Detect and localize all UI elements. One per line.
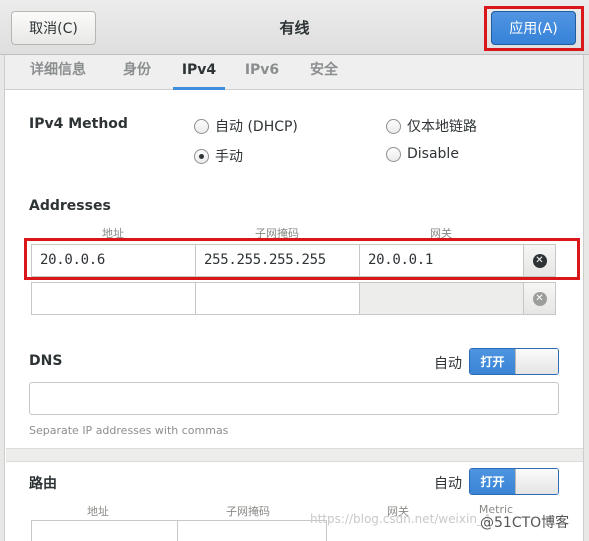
radio-link-local[interactable]: 仅本地链路 — [386, 116, 477, 136]
route-netmask-input[interactable] — [177, 520, 327, 541]
watermark-brand: @51CTO博客 — [480, 515, 570, 531]
right-frame — [583, 55, 589, 541]
routes-title: 路由 — [29, 476, 57, 492]
apply-button[interactable]: 应用(A) — [491, 11, 576, 45]
switch-on-label: 打开 — [470, 349, 515, 374]
radio-circle — [386, 146, 401, 162]
dns-auto-switch[interactable]: 打开 — [469, 348, 559, 375]
addresses-title: Addresses — [29, 198, 111, 214]
radio-auto-dhcp[interactable]: 自动 (DHCP) — [194, 116, 298, 136]
tab-bar: 详细信息 身份 IPv4 IPv6 安全 — [5, 55, 583, 90]
route-column-header-netmask: 子网掩码 — [226, 505, 270, 518]
radio-circle — [194, 118, 209, 134]
routes-auto-label: 自动 — [434, 476, 462, 492]
radio-label: 仅本地链路 — [407, 119, 477, 135]
delete-row-button-disabled[interactable]: ✕ — [523, 282, 556, 315]
header-bar: 取消(C) 有线 应用(A) — [0, 0, 589, 55]
netmask-input-empty[interactable] — [195, 282, 360, 315]
tab-ipv6[interactable]: IPv6 — [239, 55, 285, 90]
dns-hint: Separate IP addresses with commas — [29, 424, 229, 437]
tab-identity[interactable]: 身份 — [113, 55, 161, 90]
radio-disable[interactable]: Disable — [386, 146, 459, 162]
radio-circle — [386, 118, 401, 134]
radio-circle-checked — [194, 148, 209, 164]
address-input-empty[interactable] — [31, 282, 196, 315]
ipv4-method-label: IPv4 Method — [29, 116, 128, 132]
close-icon: ✕ — [532, 253, 547, 268]
watermark-url: https://blog.csdn.net/weixin_4 — [310, 512, 491, 526]
routes-auto-switch[interactable]: 打开 — [469, 468, 559, 495]
column-header-netmask: 子网掩码 — [255, 227, 299, 240]
column-header-address: 地址 — [102, 227, 124, 240]
route-column-header-address: 地址 — [87, 505, 109, 518]
section-separator — [6, 448, 583, 462]
close-icon: ✕ — [532, 291, 547, 306]
netmask-input[interactable]: 255.255.255.255 — [195, 244, 360, 277]
radio-label: 手动 — [215, 149, 243, 165]
radio-label: 自动 (DHCP) — [215, 119, 298, 135]
tab-ipv4[interactable]: IPv4 — [173, 55, 225, 90]
delete-row-button[interactable]: ✕ — [523, 244, 556, 277]
radio-label: Disable — [407, 146, 459, 162]
address-input[interactable]: 20.0.0.6 — [31, 244, 196, 277]
dns-title: DNS — [29, 353, 63, 369]
tab-details[interactable]: 详细信息 — [23, 55, 93, 90]
dns-auto-label: 自动 — [434, 356, 462, 372]
column-header-gateway: 网关 — [430, 227, 452, 240]
left-frame — [0, 55, 5, 541]
gateway-input[interactable]: 20.0.0.1 — [359, 244, 524, 277]
switch-on-label: 打开 — [470, 469, 515, 494]
switch-knob — [515, 469, 558, 494]
route-address-input[interactable] — [31, 520, 178, 541]
gateway-input-empty[interactable] — [359, 282, 524, 315]
switch-knob — [515, 349, 558, 374]
tab-security[interactable]: 安全 — [302, 55, 346, 90]
dns-input[interactable] — [29, 382, 559, 415]
radio-manual[interactable]: 手动 — [194, 146, 243, 166]
